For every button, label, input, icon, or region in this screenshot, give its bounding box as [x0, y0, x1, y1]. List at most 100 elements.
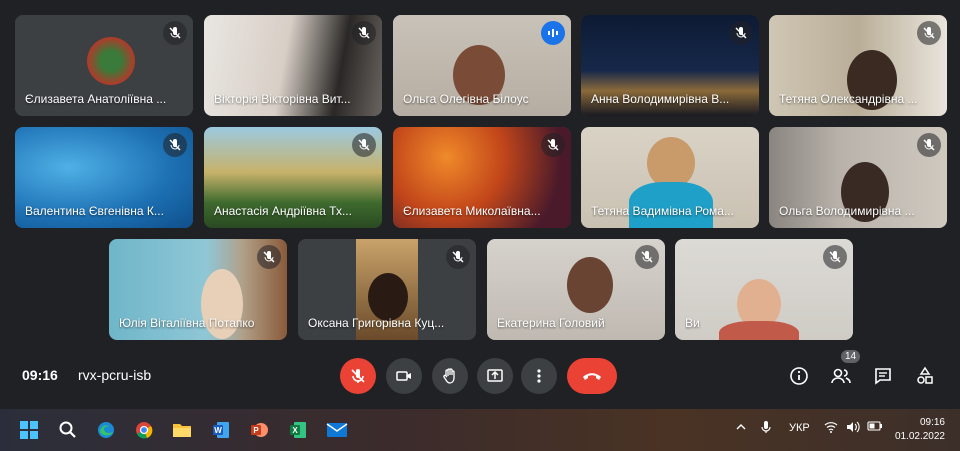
- file-explorer-app[interactable]: [169, 417, 195, 443]
- mail-icon: [326, 423, 348, 437]
- mic-off-icon: [917, 133, 941, 157]
- mic-off-icon: [823, 245, 847, 269]
- info-icon: [790, 367, 808, 385]
- more-icon: [537, 369, 541, 383]
- participant-video: [567, 257, 613, 313]
- participant-tile[interactable]: Анастасія Андріївна Тх...: [204, 127, 382, 228]
- participant-tile[interactable]: Екатерина Головий: [487, 239, 665, 340]
- speaking-indicator-icon: [541, 21, 565, 45]
- raise-hand-button[interactable]: [432, 358, 468, 394]
- svg-text:P: P: [253, 426, 259, 435]
- mic-off-icon: [635, 245, 659, 269]
- mic-off-icon: [352, 133, 376, 157]
- hang-up-icon: [583, 373, 601, 380]
- mail-app[interactable]: [324, 417, 350, 443]
- mic-off-icon: [446, 245, 470, 269]
- svg-text:X: X: [292, 426, 298, 435]
- camera-toggle-button[interactable]: [386, 358, 422, 394]
- volume-button[interactable]: [846, 421, 860, 436]
- present-button[interactable]: [477, 358, 513, 394]
- participant-tile[interactable]: Ольга Володимирівна ...: [769, 127, 947, 228]
- battery-button[interactable]: [867, 421, 883, 434]
- participant-name: Єлизавета Миколаївна...: [403, 204, 541, 218]
- participant-tile[interactable]: Єлизавета Анатоліївна ...: [15, 15, 193, 116]
- participant-video: [368, 273, 408, 321]
- excel-app[interactable]: X: [285, 417, 311, 443]
- participant-tile[interactable]: Єлизавета Миколаївна...: [393, 127, 571, 228]
- taskbar-search-button[interactable]: [55, 417, 81, 443]
- language-indicator[interactable]: УКР: [789, 422, 810, 434]
- participant-tile[interactable]: Ольга Олегівна Білоус: [393, 15, 571, 116]
- participant-tile[interactable]: Оксана Григорівна Куц...: [298, 239, 476, 340]
- chrome-icon: [136, 422, 153, 439]
- volume-icon: [847, 421, 860, 433]
- participant-tile[interactable]: Тетяна Вадимівна Рома...: [581, 127, 759, 228]
- people-icon: [831, 368, 851, 384]
- video-grid: Єлизавета Анатоліївна ... Вікторія Вікто…: [0, 0, 960, 405]
- file-explorer-icon: [173, 424, 191, 437]
- mic-off-icon: [257, 245, 281, 269]
- participant-name: Тетяна Олександрівна ...: [779, 92, 918, 106]
- participant-name: Анна Володимирівна В...: [591, 92, 730, 106]
- svg-text:W: W: [214, 426, 222, 435]
- system-date: 01.02.2022: [894, 431, 945, 442]
- participant-name: Юлія Віталіївна Потапко: [119, 316, 255, 330]
- mic-off-icon: [917, 21, 941, 45]
- powerpoint-app[interactable]: P: [246, 417, 272, 443]
- participant-tile[interactable]: Тетяна Олександрівна ...: [769, 15, 947, 116]
- windows-taskbar: W P X УКР 09:16 01.02.2022: [0, 409, 960, 451]
- excel-icon: X: [290, 422, 306, 438]
- mic-off-icon: [351, 369, 365, 383]
- word-icon: W: [213, 422, 229, 438]
- chat-button[interactable]: [869, 362, 897, 390]
- edge-icon: [98, 422, 114, 438]
- battery-icon: [867, 421, 882, 431]
- microphone-tray-button[interactable]: [761, 420, 771, 437]
- people-button[interactable]: [827, 362, 855, 390]
- system-clock[interactable]: 09:16 01.02.2022: [893, 416, 945, 444]
- avatar: [87, 37, 135, 85]
- chrome-app[interactable]: [131, 417, 157, 443]
- present-icon: [487, 369, 503, 382]
- windows-start-icon: [20, 421, 38, 439]
- participant-name: Тетяна Вадимівна Рома...: [591, 204, 734, 218]
- mic-off-icon: [352, 21, 376, 45]
- participant-name: Валентина Євгенівна К...: [25, 204, 164, 218]
- raise-hand-icon: [443, 368, 455, 384]
- system-time: 09:16: [919, 417, 945, 428]
- participant-tile-self[interactable]: Ви: [675, 239, 853, 340]
- meeting-info-button[interactable]: [785, 362, 813, 390]
- activities-button[interactable]: [911, 362, 939, 390]
- mic-off-icon: [541, 133, 565, 157]
- powerpoint-icon: P: [251, 423, 268, 437]
- participant-tile[interactable]: Вікторія Вікторівна Вит...: [204, 15, 382, 116]
- edge-app[interactable]: [93, 417, 119, 443]
- mic-off-icon: [729, 21, 753, 45]
- participant-name: Ольга Володимирівна ...: [779, 204, 915, 218]
- mic-off-icon: [163, 133, 187, 157]
- participant-tile[interactable]: Валентина Євгенівна К...: [15, 127, 193, 228]
- mic-off-icon: [163, 21, 187, 45]
- start-button[interactable]: [16, 417, 42, 443]
- meeting-code: rvx-pcru-isb: [78, 367, 152, 383]
- participant-name: Вікторія Вікторівна Вит...: [214, 92, 351, 106]
- mic-toggle-button[interactable]: [340, 358, 376, 394]
- meeting-control-bar: 09:16 rvx-pcru-isb 14: [0, 345, 960, 405]
- participant-name: Ольга Олегівна Білоус: [403, 92, 529, 106]
- more-options-button[interactable]: [521, 358, 557, 394]
- microphone-icon: [761, 421, 771, 433]
- participant-name: Єлизавета Анатоліївна ...: [25, 92, 167, 106]
- word-app[interactable]: W: [208, 417, 234, 443]
- participant-tile[interactable]: Анна Володимирівна В...: [581, 15, 759, 116]
- chevron-up-icon: [736, 424, 746, 430]
- show-hidden-icons-button[interactable]: [736, 422, 746, 435]
- camera-icon: [396, 371, 411, 381]
- wifi-button[interactable]: [824, 421, 838, 436]
- participant-tile[interactable]: Юлія Віталіївна Потапко: [109, 239, 287, 340]
- wifi-icon: [824, 422, 838, 433]
- participant-name: Анастасія Андріївна Тх...: [214, 204, 352, 218]
- leave-call-button[interactable]: [567, 358, 617, 394]
- participant-name: Екатерина Головий: [497, 316, 605, 330]
- search-icon: [59, 421, 76, 438]
- activities-icon: [917, 366, 933, 384]
